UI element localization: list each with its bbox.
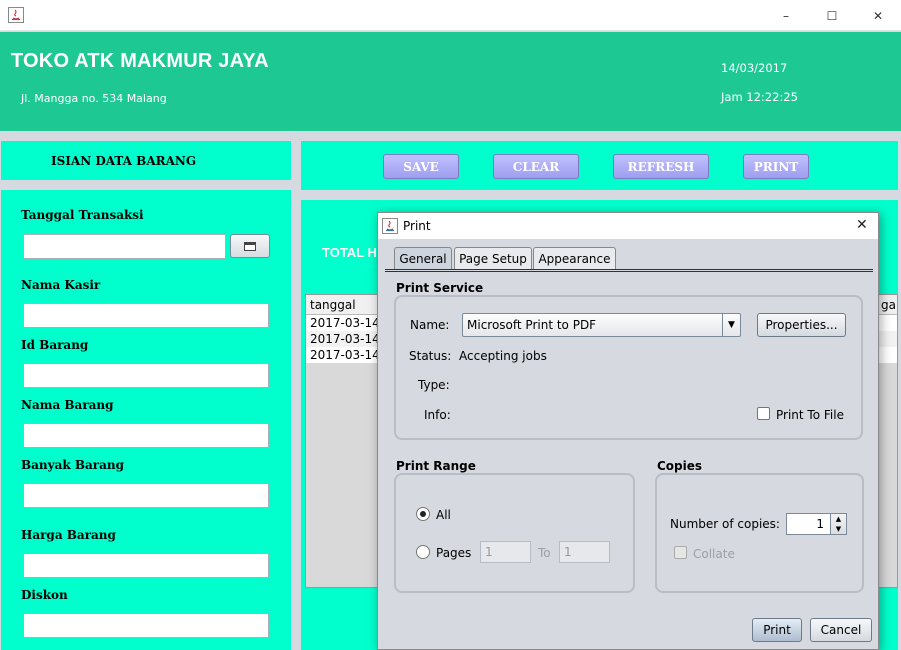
collate-label: Collate [693, 547, 735, 561]
tab-general[interactable]: General [394, 247, 452, 270]
number-of-copies-label: Number of copies: [670, 517, 780, 531]
harga-barang-input[interactable] [23, 553, 269, 578]
banyak-barang-input[interactable] [23, 483, 269, 508]
print-to-file-checkbox[interactable] [757, 407, 770, 420]
page-range-radio[interactable] [416, 545, 430, 559]
item-form: Tanggal Transaksi Nama Kasir Id Barang N… [1, 190, 291, 650]
page-range-label[interactable]: Pages [436, 546, 471, 560]
tanggal-transaksi-input[interactable] [23, 234, 226, 259]
status-label: Status: [409, 349, 452, 363]
status-value: Accepting jobs [459, 349, 547, 363]
nama-barang-input[interactable] [23, 423, 269, 448]
maximize-button[interactable]: ☐ [809, 0, 855, 31]
dialog-titlebar: Print ✕ [378, 213, 878, 239]
page-from-input[interactable]: 1 [480, 541, 531, 563]
cancel-button[interactable]: Cancel [810, 618, 872, 642]
diskon-label: Diskon [21, 588, 68, 602]
printer-select[interactable]: Microsoft Print to PDF ▼ [462, 313, 741, 337]
chevron-down-icon: ▼ [722, 314, 740, 336]
store-header: TOKO ATK MAKMUR JAYA Jl. Mangga no. 534 … [0, 32, 901, 131]
current-date: 14/03/2017 [721, 61, 788, 75]
form-title: ISIAN DATA BARANG [51, 154, 197, 168]
tab-page-setup[interactable]: Page Setup [454, 247, 532, 270]
tab-divider [385, 269, 873, 272]
info-label: Info: [424, 408, 451, 422]
refresh-button[interactable]: REFRESH [613, 154, 709, 179]
print-dialog: Print ✕ General Page Setup Appearance Pr… [377, 212, 879, 650]
page-to-label: To [538, 546, 551, 560]
nama-kasir-input[interactable] [23, 303, 269, 328]
print-button[interactable]: PRINT [743, 154, 809, 179]
minimize-button[interactable]: – [763, 0, 809, 31]
copies-spinner[interactable]: 1 ▲ ▼ [786, 513, 847, 535]
nama-kasir-label: Nama Kasir [21, 278, 101, 292]
dialog-close-button[interactable]: ✕ [856, 217, 868, 233]
form-header: ISIAN DATA BARANG [1, 141, 291, 180]
java-app-icon [382, 218, 398, 234]
tab-appearance[interactable]: Appearance [533, 247, 616, 270]
properties-button[interactable]: Properties... [757, 313, 846, 337]
print-range-title: Print Range [396, 459, 476, 473]
print-to-file-label[interactable]: Print To File [776, 408, 844, 422]
id-barang-label: Id Barang [21, 338, 89, 352]
calendar-icon [244, 241, 256, 251]
all-pages-label[interactable]: All [436, 508, 451, 522]
total-label: TOTAL H [322, 245, 377, 260]
print-service-title: Print Service [396, 281, 484, 295]
copies-value: 1 [816, 517, 824, 531]
table-cell-tanggal: 2017-03-14 [310, 332, 380, 346]
collate-checkbox[interactable] [674, 546, 687, 559]
close-window-button[interactable]: ✕ [855, 0, 901, 31]
printer-name-label: Name: [410, 318, 450, 332]
id-barang-input[interactable] [23, 363, 269, 388]
store-address: Jl. Mangga no. 534 Malang [21, 92, 167, 105]
column-header-tanggal[interactable]: tanggal [310, 298, 356, 312]
printer-select-value: Microsoft Print to PDF [467, 318, 597, 332]
banyak-barang-label: Banyak Barang [21, 458, 125, 472]
print-confirm-button[interactable]: Print [752, 618, 802, 642]
action-toolbar: SAVE CLEAR REFRESH PRINT [301, 141, 898, 190]
tanggal-transaksi-label: Tanggal Transaksi [21, 208, 144, 222]
dialog-title: Print [403, 219, 431, 233]
harga-barang-label: Harga Barang [21, 528, 116, 542]
copies-title: Copies [657, 459, 703, 473]
window-titlebar: – ☐ ✕ [0, 0, 901, 31]
column-header-harga[interactable]: ga [881, 298, 896, 312]
date-picker-button[interactable] [230, 234, 270, 258]
print-range-group [394, 473, 635, 593]
spinner-arrows-icon[interactable]: ▲ ▼ [830, 514, 846, 534]
nama-barang-label: Nama Barang [21, 398, 114, 412]
all-pages-radio[interactable] [416, 507, 430, 521]
type-label: Type: [418, 378, 450, 392]
table-cell-tanggal: 2017-03-14 [310, 348, 380, 362]
save-button[interactable]: SAVE [383, 154, 459, 179]
java-app-icon [8, 7, 24, 23]
table-cell-tanggal: 2017-03-14 [310, 316, 380, 330]
page-to-input[interactable]: 1 [559, 541, 610, 563]
diskon-input[interactable] [23, 613, 269, 638]
store-name: TOKO ATK MAKMUR JAYA [11, 50, 269, 72]
current-time: Jam 12:22:25 [721, 90, 798, 104]
clear-button[interactable]: CLEAR [493, 154, 579, 179]
